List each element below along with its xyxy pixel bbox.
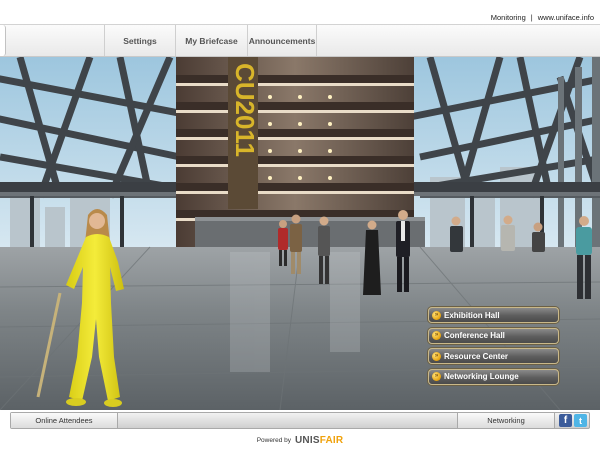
info-bullet-icon: » <box>432 331 441 340</box>
logo-part-unis: UNIS <box>295 435 320 446</box>
bottom-toolbar: Online Attendees Networking f t <box>10 412 590 429</box>
resource-center-label: Resource Center <box>444 351 509 361</box>
info-bullet-icon: » <box>432 351 441 361</box>
footer: Powered by UNISFAIR <box>0 431 600 450</box>
networking-lounge-button[interactable]: » Networking Lounge <box>428 368 559 385</box>
conference-hall-button[interactable]: » Conference Hall <box>428 327 559 344</box>
site-link[interactable]: www.uniface.info <box>538 13 594 22</box>
nav-tabs: Settings My Briefcase Announcements <box>104 25 317 56</box>
nav-left-edge <box>0 25 6 56</box>
networking-lounge-label: Networking Lounge <box>444 372 519 381</box>
powered-by-label: Powered by <box>256 437 292 444</box>
navigation-bar: Settings My Briefcase Announcements <box>0 24 600 57</box>
link-separator: | <box>530 13 533 22</box>
info-bullet-icon: » <box>432 310 441 320</box>
unisfair-logo[interactable]: UNISFAIR <box>295 435 343 446</box>
networking-button[interactable]: Networking <box>457 413 555 428</box>
conference-hall-label: Conference Hall <box>444 331 505 340</box>
top-links: Monitoring | www.uniface.info <box>491 13 594 22</box>
tab-announcements[interactable]: Announcements <box>247 25 317 56</box>
resource-center-button[interactable]: » Resource Center <box>428 348 559 364</box>
facebook-icon[interactable]: f <box>559 414 572 427</box>
tab-my-briefcase[interactable]: My Briefcase <box>175 25 247 56</box>
social-links: f t <box>559 414 587 427</box>
online-attendees-button[interactable]: Online Attendees <box>11 413 118 428</box>
tab-settings[interactable]: Settings <box>104 25 175 56</box>
hall-menu: » Exhibition Hall » Conference Hall » Re… <box>428 307 559 389</box>
exhibition-hall-label: Exhibition Hall <box>444 310 500 320</box>
virtual-lobby-window: Monitoring | www.uniface.info Settings My … <box>0 0 600 450</box>
info-bullet-icon: » <box>432 372 441 381</box>
logo-part-fair: FAIR <box>319 435 344 446</box>
exhibition-hall-button[interactable]: » Exhibition Hall <box>428 307 559 323</box>
lobby-scene: CU2011 » Exhibition Hall » Conference Ha… <box>0 57 600 410</box>
monitoring-link[interactable]: Monitoring <box>491 13 526 22</box>
twitter-icon[interactable]: t <box>574 414 587 427</box>
tower-banner: CU2011 <box>230 63 260 157</box>
